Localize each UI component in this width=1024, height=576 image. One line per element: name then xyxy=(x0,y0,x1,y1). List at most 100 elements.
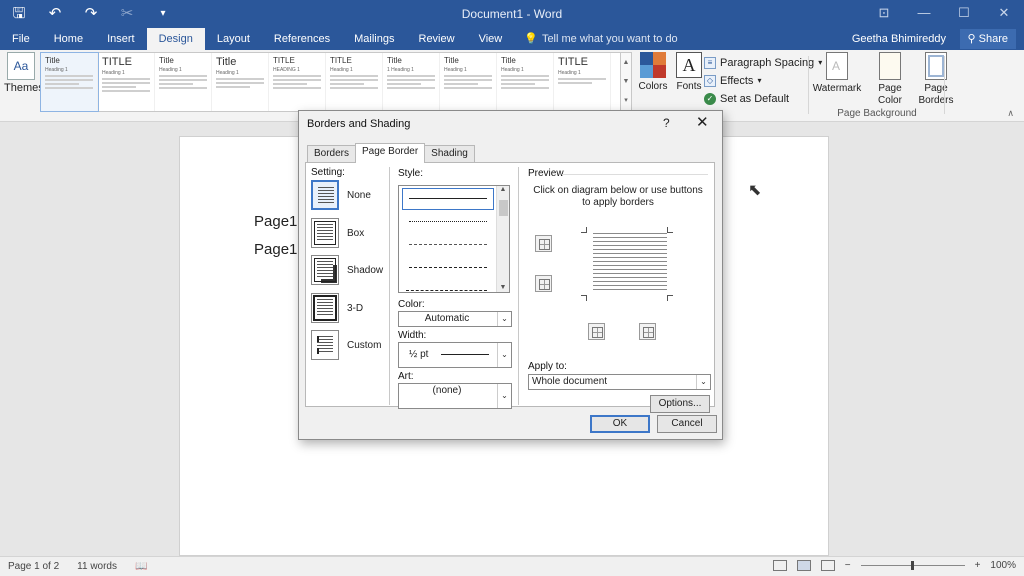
chevron-down-icon: ⌄ xyxy=(497,384,511,408)
dialog-close-button[interactable]: ✕ xyxy=(696,113,709,131)
zoom-slider[interactable] xyxy=(860,561,965,570)
style-set-title: Title xyxy=(216,56,237,68)
gallery-more-icon[interactable]: ▾ xyxy=(621,91,631,110)
colors-button[interactable]: Colors xyxy=(638,52,668,92)
left-border-button[interactable] xyxy=(588,323,605,340)
themes-button[interactable]: Aa Themes xyxy=(4,52,44,94)
setting-shadow[interactable]: Shadow xyxy=(311,255,383,285)
style-option-fine-dash[interactable] xyxy=(403,235,493,255)
page-color-button[interactable]: Page Color xyxy=(872,52,908,107)
setting-custom-icon xyxy=(311,330,339,360)
zoom-in-button[interactable]: + xyxy=(975,560,981,571)
width-value: ½ pt xyxy=(409,349,429,360)
set-as-default-button[interactable]: ✓ Set as Default xyxy=(704,90,822,108)
tab-file[interactable]: File xyxy=(0,28,42,50)
page-borders-label: Page Borders xyxy=(918,83,954,106)
style-set-item[interactable]: Title Heading 1 xyxy=(212,53,269,111)
bottom-border-button[interactable] xyxy=(535,275,552,292)
style-option-dotted[interactable] xyxy=(403,212,493,232)
read-mode-icon[interactable] xyxy=(772,560,787,571)
tab-design[interactable]: Design xyxy=(146,28,205,50)
watermark-label: Watermark xyxy=(812,83,862,94)
style-set-title: TITLE xyxy=(102,56,132,68)
right-border-button[interactable] xyxy=(639,323,656,340)
share-button[interactable]: ⚲ Share xyxy=(959,29,1016,49)
top-border-button[interactable] xyxy=(535,235,552,252)
page-count[interactable]: Page 1 of 2 xyxy=(8,561,59,572)
style-set-item[interactable]: Title Heading 1 xyxy=(155,53,212,111)
minimize-button[interactable]: — xyxy=(904,0,944,28)
group-divider xyxy=(808,56,809,114)
fonts-icon: A xyxy=(676,52,702,78)
tab-references[interactable]: References xyxy=(262,28,342,50)
help-button[interactable]: ? xyxy=(663,116,670,130)
setting-custom[interactable]: Custom xyxy=(311,330,381,360)
apply-to-dropdown[interactable]: Whole document ⌄ xyxy=(528,374,711,390)
paragraph-spacing-button[interactable]: ≡ Paragraph Spacing ▾ xyxy=(704,54,822,72)
tab-review[interactable]: Review xyxy=(407,28,467,50)
tab-layout[interactable]: Layout xyxy=(205,28,262,50)
width-dropdown[interactable]: ½ pt ⌄ xyxy=(398,342,512,368)
fonts-button[interactable]: A Fonts xyxy=(674,52,704,92)
word-count[interactable]: 11 words xyxy=(77,561,117,572)
tab-borders[interactable]: Borders xyxy=(307,145,357,162)
setting-none[interactable]: None xyxy=(311,180,371,210)
gallery-scrollbar[interactable]: ▲ ▼ ▾ xyxy=(620,52,632,112)
cancel-button[interactable]: Cancel xyxy=(657,415,717,433)
scroll-thumb[interactable] xyxy=(499,200,508,216)
lightbulb-icon: 💡 xyxy=(524,33,538,45)
effects-button[interactable]: ◇ Effects ▾ xyxy=(704,72,822,90)
page-borders-button[interactable]: Page Borders xyxy=(918,52,954,107)
options-button[interactable]: Options... xyxy=(650,395,710,413)
style-set-item[interactable]: TITLE Heading 1 xyxy=(98,53,155,111)
zoom-out-button[interactable]: − xyxy=(845,560,851,571)
border-style-list[interactable]: ▲ ▼ xyxy=(398,185,510,293)
close-button[interactable]: ✕ xyxy=(984,0,1024,28)
zoom-slider-thumb[interactable] xyxy=(910,561,914,570)
style-list-scrollbar[interactable]: ▲ ▼ xyxy=(496,186,509,292)
maximize-button[interactable]: ☐ xyxy=(944,0,984,28)
ribbon-tab-row: File Home Insert Design Layout Reference… xyxy=(0,28,1024,50)
ok-button[interactable]: OK xyxy=(590,415,650,433)
tab-view[interactable]: View xyxy=(467,28,515,50)
style-set-item[interactable]: Title Heading 1 xyxy=(440,53,497,111)
style-set-item[interactable]: Title Heading 1 xyxy=(40,52,99,112)
web-layout-icon[interactable] xyxy=(820,560,835,571)
tab-mailings[interactable]: Mailings xyxy=(342,28,406,50)
ribbon-display-options-icon[interactable]: ⊡ xyxy=(864,0,904,28)
color-dropdown[interactable]: Automatic ⌄ xyxy=(398,311,512,327)
style-set-item[interactable]: Title 1 Heading 1 xyxy=(383,53,440,111)
style-set-title: TITLE xyxy=(330,56,352,65)
gallery-down-icon[interactable]: ▼ xyxy=(621,72,631,91)
preview-corner xyxy=(667,227,673,233)
proofing-icon[interactable]: 📖 xyxy=(135,561,147,572)
style-set-item[interactable]: TITLE Heading 1 xyxy=(326,53,383,111)
print-layout-icon[interactable] xyxy=(796,560,811,571)
style-option-solid[interactable] xyxy=(402,188,494,210)
style-option-dash-dot[interactable] xyxy=(403,281,493,292)
preview-diagram[interactable] xyxy=(581,227,673,301)
tell-me-box[interactable]: 💡 Tell me what you want to do xyxy=(514,28,677,50)
collapse-ribbon-icon[interactable]: ∧ xyxy=(1007,108,1014,119)
user-name[interactable]: Geetha Bhimireddy xyxy=(852,28,946,50)
set-as-default-label: Set as Default xyxy=(720,93,790,105)
setting-box[interactable]: Box xyxy=(311,218,364,248)
borders-and-shading-dialog: Borders and Shading ? ✕ Borders Page Bor… xyxy=(298,110,723,440)
scroll-down-icon[interactable]: ▼ xyxy=(497,284,509,291)
colors-label: Colors xyxy=(638,81,668,92)
zoom-level[interactable]: 100% xyxy=(990,560,1016,571)
setting-3d-icon xyxy=(311,293,339,323)
style-option-dashed[interactable] xyxy=(403,258,493,278)
style-set-item[interactable]: Title Heading 1 xyxy=(497,53,554,111)
style-set-item[interactable]: TITLE Heading 1 xyxy=(554,53,611,111)
tab-home[interactable]: Home xyxy=(42,28,95,50)
tab-insert[interactable]: Insert xyxy=(95,28,147,50)
watermark-button[interactable]: Watermark xyxy=(812,52,862,107)
art-dropdown[interactable]: (none) ⌄ xyxy=(398,383,512,409)
style-set-item[interactable]: TITLE HEADING 1 xyxy=(269,53,326,111)
scroll-up-icon[interactable]: ▲ xyxy=(497,186,509,193)
gallery-up-icon[interactable]: ▲ xyxy=(621,53,631,72)
setting-3d[interactable]: 3-D xyxy=(311,293,363,323)
tab-shading[interactable]: Shading xyxy=(424,145,475,162)
tab-page-border[interactable]: Page Border xyxy=(355,143,426,163)
